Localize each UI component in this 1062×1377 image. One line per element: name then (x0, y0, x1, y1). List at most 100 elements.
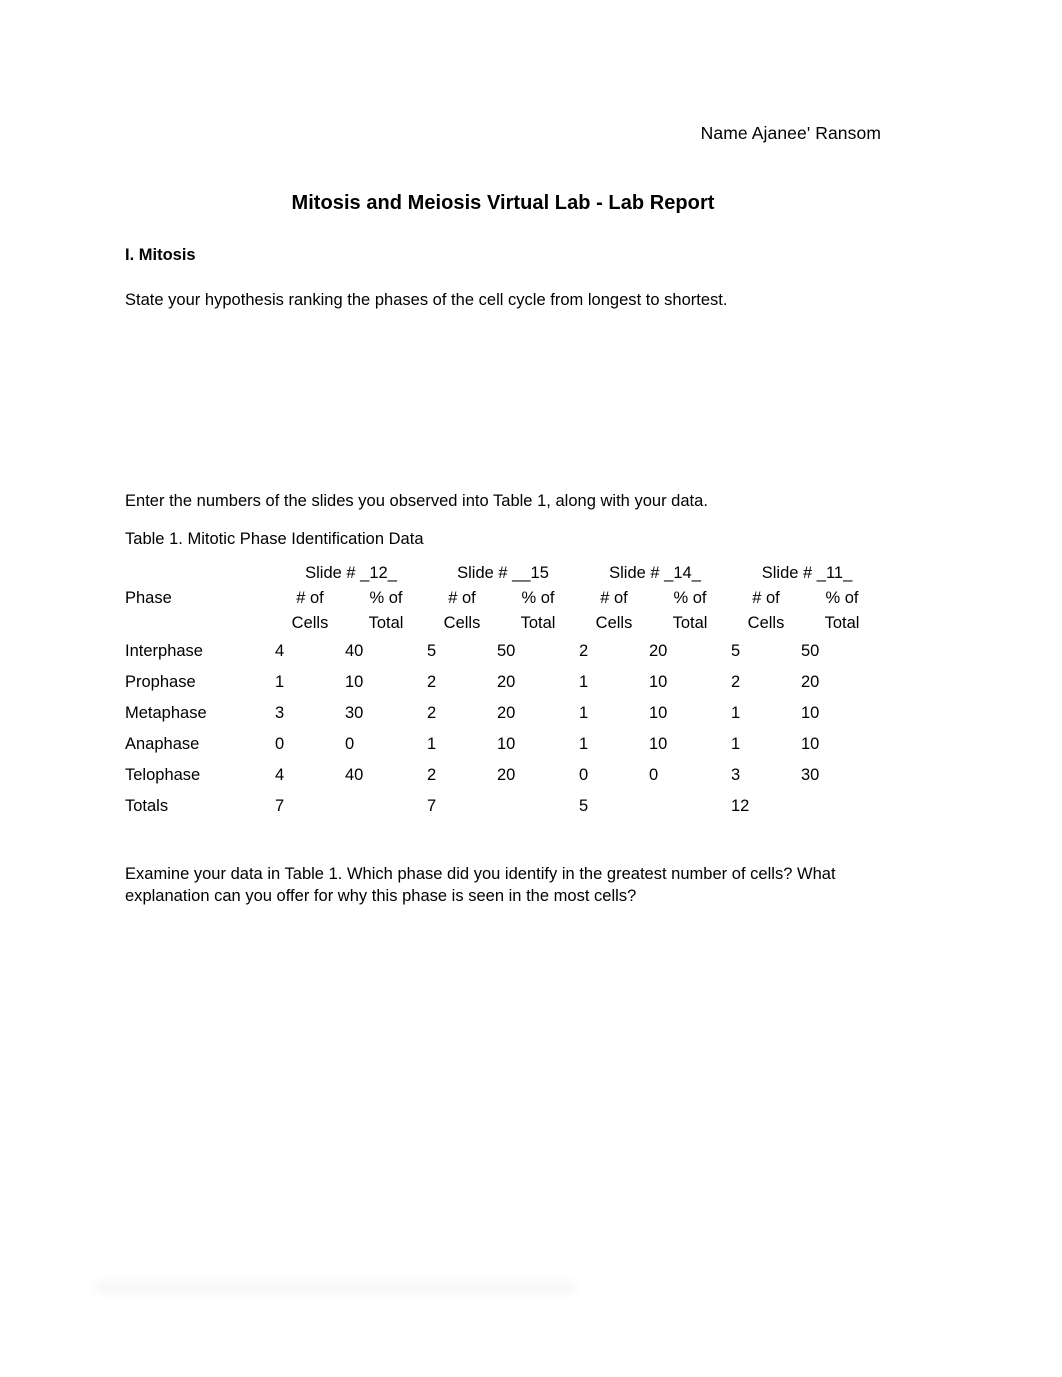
analysis-prompt: Examine your data in Table 1. Which phas… (125, 865, 836, 905)
subheader-num-1: # of (296, 589, 324, 607)
slide-header-4: Slide # _11_ (761, 564, 853, 582)
phase-name: Metaphase (125, 704, 207, 722)
cell-value[interactable]: 1 (275, 667, 345, 698)
phase-name: Interphase (125, 642, 203, 660)
cell-value[interactable] (345, 791, 427, 822)
phase-name: Totals (125, 797, 169, 815)
cell-value[interactable]: 1 (579, 667, 649, 698)
subheader-total-3: Total (672, 614, 708, 632)
table-row: Prophase 1 10 2 20 1 10 2 20 (125, 667, 883, 698)
cell-value[interactable]: 12 (731, 791, 801, 822)
section-heading-mitosis: I. Mitosis (125, 245, 196, 264)
cell-value[interactable]: 4 (275, 760, 345, 791)
table-slide-header-row: Slide # _12_ Slide # __15 Slide # _14_ S… (125, 561, 883, 586)
cell-value[interactable]: 3 (275, 698, 345, 729)
cell-value[interactable]: 10 (345, 667, 427, 698)
cell-value[interactable]: 0 (649, 760, 731, 791)
cell-value[interactable]: 20 (497, 698, 579, 729)
cell-value[interactable]: 10 (649, 698, 731, 729)
table-row-totals: Totals 7 7 5 12 (125, 791, 883, 822)
table-subheader-row-1: Phase # of % of # of % of # of % of # of… (125, 586, 883, 611)
cell-value[interactable]: 10 (497, 729, 579, 760)
page-edge-shadow (95, 1283, 575, 1297)
subheader-cells-2: Cells (443, 614, 481, 632)
cell-value[interactable]: 10 (649, 667, 731, 698)
cell-value[interactable]: 40 (345, 760, 427, 791)
table-row: Anaphase 0 0 1 10 1 10 1 10 (125, 729, 883, 760)
subheader-pct-4: % of (825, 589, 859, 607)
hypothesis-answer-area[interactable] (125, 312, 881, 467)
document-page: Name Ajanee' Ransom Mitosis and Meiosis … (0, 0, 1062, 1377)
cell-value[interactable]: 10 (801, 698, 883, 729)
table-row: Telophase 4 40 2 20 0 0 3 30 (125, 760, 883, 791)
cell-value[interactable]: 4 (275, 636, 345, 667)
table-header-phase: Phase (125, 589, 172, 607)
cell-value[interactable]: 1 (731, 698, 801, 729)
table-subheader-row-2: Cells Total Cells Total Cells Total Cell… (125, 611, 883, 636)
cell-value[interactable]: 20 (649, 636, 731, 667)
subheader-total-2: Total (520, 614, 556, 632)
cell-value[interactable]: 1 (579, 729, 649, 760)
slide-header-3: Slide # _14_ (609, 564, 701, 582)
cell-value[interactable]: 0 (579, 760, 649, 791)
cell-value[interactable]: 1 (731, 729, 801, 760)
cell-value[interactable]: 20 (497, 667, 579, 698)
slide-header-2: Slide # __15 (457, 564, 549, 582)
cell-value[interactable]: 7 (427, 791, 497, 822)
subheader-cells-4: Cells (747, 614, 785, 632)
cell-value[interactable]: 0 (275, 729, 345, 760)
subheader-total-1: Total (368, 614, 404, 632)
cell-value[interactable]: 1 (427, 729, 497, 760)
table-intro-text: Enter the numbers of the slides you obse… (125, 492, 708, 511)
subheader-cells-1: Cells (291, 614, 329, 632)
analysis-answer-area[interactable] (125, 908, 881, 1063)
cell-value[interactable]: 40 (345, 636, 427, 667)
subheader-num-3: # of (600, 589, 628, 607)
subheader-pct-1: % of (369, 589, 403, 607)
cell-value[interactable]: 20 (497, 760, 579, 791)
page-title: Mitosis and Meiosis Virtual Lab - Lab Re… (291, 191, 715, 214)
phase-name: Prophase (125, 673, 196, 691)
cell-value[interactable]: 5 (427, 636, 497, 667)
cell-value[interactable] (649, 791, 731, 822)
student-name-line: Name Ajanee' Ransom (700, 123, 881, 143)
document-body: Name Ajanee' Ransom Mitosis and Meiosis … (125, 0, 881, 1063)
cell-value[interactable]: 20 (801, 667, 883, 698)
cell-value[interactable]: 5 (731, 636, 801, 667)
subheader-num-2: # of (448, 589, 476, 607)
cell-value[interactable]: 2 (579, 636, 649, 667)
table-corner-blank (125, 561, 275, 586)
cell-value[interactable]: 10 (649, 729, 731, 760)
cell-value[interactable]: 10 (801, 729, 883, 760)
subheader-pct-2: % of (521, 589, 555, 607)
mitotic-phase-table: Slide # _12_ Slide # __15 Slide # _14_ S… (125, 561, 883, 822)
cell-value[interactable]: 2 (731, 667, 801, 698)
subheader-cells-3: Cells (595, 614, 633, 632)
cell-value[interactable]: 50 (497, 636, 579, 667)
cell-value[interactable]: 7 (275, 791, 345, 822)
cell-value[interactable]: 5 (579, 791, 649, 822)
cell-value[interactable]: 2 (427, 760, 497, 791)
cell-value[interactable]: 3 (731, 760, 801, 791)
phase-name: Anaphase (125, 735, 200, 753)
cell-value[interactable]: 30 (345, 698, 427, 729)
table-subheader-blank (125, 611, 275, 636)
hypothesis-prompt: State your hypothesis ranking the phases… (125, 291, 728, 310)
cell-value[interactable] (497, 791, 579, 822)
table-caption: Table 1. Mitotic Phase Identification Da… (125, 530, 424, 549)
subheader-pct-3: % of (673, 589, 707, 607)
cell-value[interactable]: 50 (801, 636, 883, 667)
table-row: Metaphase 3 30 2 20 1 10 1 10 (125, 698, 883, 729)
subheader-num-4: # of (752, 589, 780, 607)
phase-name: Telophase (125, 766, 201, 784)
subheader-total-4: Total (824, 614, 860, 632)
cell-value[interactable]: 30 (801, 760, 883, 791)
cell-value[interactable]: 2 (427, 698, 497, 729)
cell-value[interactable]: 0 (345, 729, 427, 760)
cell-value[interactable]: 2 (427, 667, 497, 698)
table-row: Interphase 4 40 5 50 2 20 5 50 (125, 636, 883, 667)
slide-header-1: Slide # _12_ (305, 564, 397, 582)
cell-value[interactable]: 1 (579, 698, 649, 729)
cell-value[interactable] (801, 791, 883, 822)
table-bottom-spacer (125, 822, 881, 840)
